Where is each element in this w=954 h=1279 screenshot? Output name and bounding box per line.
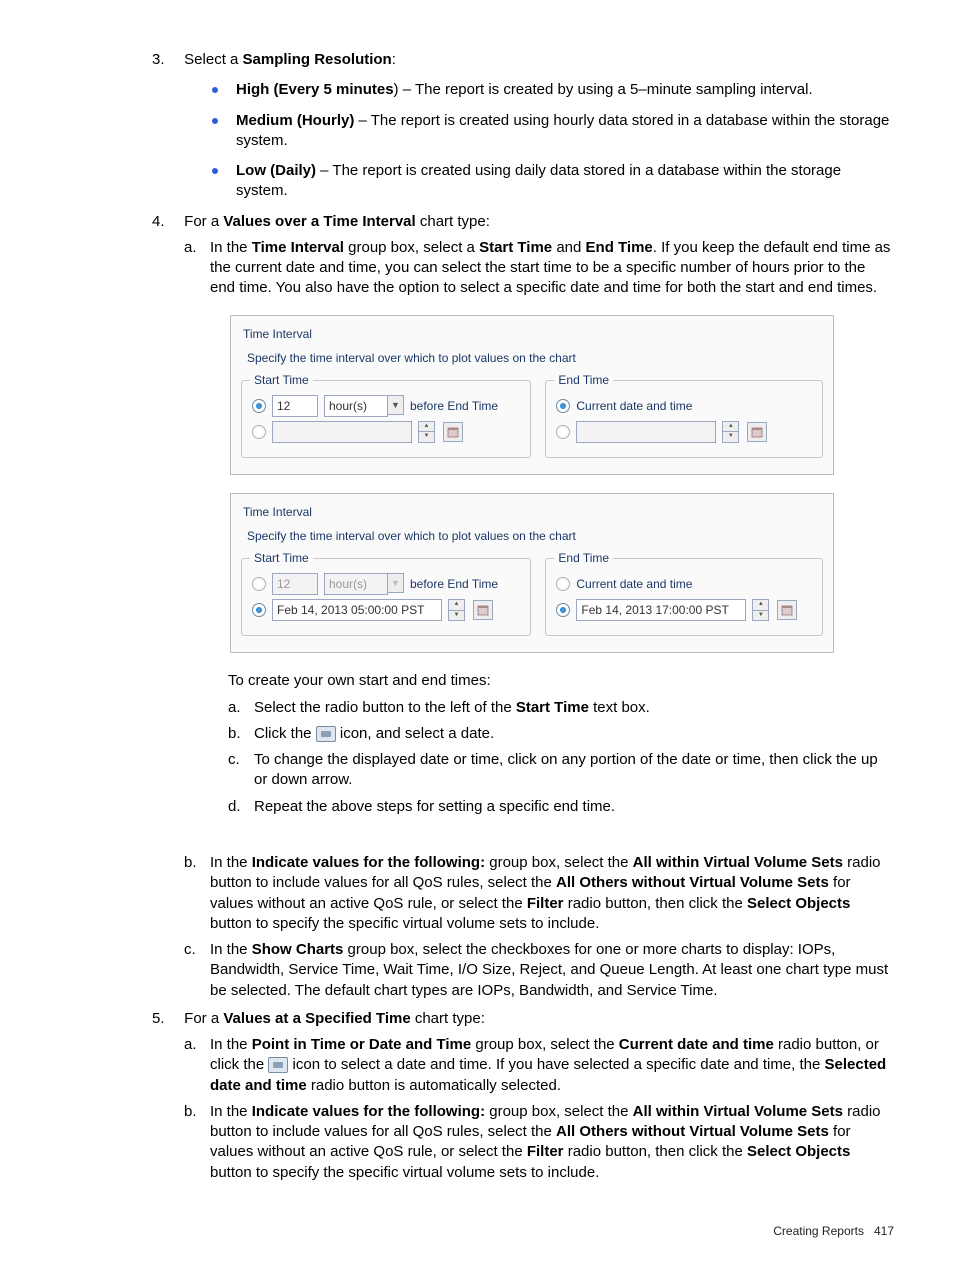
step-4b-text: In the Indicate values for the following… (210, 853, 894, 934)
before-end-label-2: before End Time (410, 576, 498, 592)
step-5-number: 5. (152, 1009, 180, 1029)
step-4a: a. In the Time Interval group box, selec… (184, 238, 894, 299)
radio-current-end[interactable] (556, 399, 570, 413)
calendar-icon[interactable] (747, 422, 767, 442)
before-end-label: before End Time (410, 398, 498, 414)
calendar-icon (316, 726, 336, 742)
spinner-icon[interactable]: ▲▼ (418, 421, 435, 443)
end-date-input-disabled[interactable] (576, 421, 716, 443)
step-3-number: 3. (152, 50, 180, 70)
dialog1-desc: Specify the time interval over which to … (247, 350, 821, 366)
current-date-label: Current date and time (576, 398, 692, 414)
step-4b: b. In the Indicate values for the follow… (184, 853, 894, 934)
step-5a: a. In the Point in Time or Date and Time… (184, 1035, 894, 1096)
bullet-item: Medium (Hourly) – The report is created … (212, 111, 894, 152)
chevron-down-icon[interactable]: ▼ (388, 395, 404, 415)
radio-specific-start-2[interactable] (252, 603, 266, 617)
spinner-icon[interactable]: ▲▼ (722, 421, 739, 443)
dialog1-end-legend: End Time (554, 372, 613, 388)
dialog1-start-legend: Start Time (250, 372, 313, 388)
step-4c: c. In the Show Charts group box, select … (184, 940, 894, 1001)
spinner-icon[interactable]: ▲▼ (752, 599, 769, 621)
step-4-number: 4. (152, 212, 180, 232)
step-5: 5. For a Values at a Specified Time char… (152, 1009, 894, 1183)
page-footer: Creating Reports 417 (60, 1223, 894, 1239)
dialog1-title: Time Interval (243, 326, 821, 342)
dialog2-start-legend: Start Time (250, 550, 313, 566)
radio-current-end-2[interactable] (556, 577, 570, 591)
substep-item: b.Click the icon, and select a date. (228, 724, 894, 744)
chevron-down-icon[interactable]: ▼ (388, 573, 404, 593)
step-4a-text: In the Time Interval group box, select a… (210, 238, 894, 299)
step-4-text: For a Values over a Time Interval chart … (184, 213, 490, 230)
substeps-intro: To create your own start and end times: (228, 671, 894, 691)
bullet-icon (212, 87, 218, 93)
substep-item: a.Select the radio button to the left of… (228, 698, 894, 718)
step4a-substeps: To create your own start and end times: … (228, 671, 894, 817)
calendar-icon[interactable] (777, 600, 797, 620)
step-4-cont: b. In the Indicate values for the follow… (152, 827, 894, 1001)
step-5b-text: In the Indicate values for the following… (210, 1102, 894, 1183)
step-5-text: For a Values at a Specified Time chart t… (184, 1010, 485, 1027)
spinner-icon[interactable]: ▲▼ (448, 599, 465, 621)
radio-specific-start[interactable] (252, 425, 266, 439)
start-date-input-disabled[interactable] (272, 421, 412, 443)
current-date-label-2: Current date and time (576, 576, 692, 592)
calendar-icon[interactable] (473, 600, 493, 620)
time-interval-dialog-2: Time Interval Specify the time interval … (230, 493, 834, 653)
hours-input[interactable]: 12 (272, 395, 318, 417)
bullet-icon (212, 168, 218, 174)
radio-specific-end-2[interactable] (556, 603, 570, 617)
radio-hours-before-2[interactable] (252, 577, 266, 591)
substep-item: d.Repeat the above steps for setting a s… (228, 797, 894, 817)
step-5b: b. In the Indicate values for the follow… (184, 1102, 894, 1183)
dialog2-desc: Specify the time interval over which to … (247, 528, 821, 544)
step-3-text: Select a Sampling Resolution: (184, 51, 396, 68)
unit-select-2[interactable]: hour(s) (324, 573, 388, 595)
substep-item: c.To change the displayed date or time, … (228, 750, 894, 791)
unit-select[interactable]: hour(s) (324, 395, 388, 417)
radio-hours-before[interactable] (252, 399, 266, 413)
step-4c-text: In the Show Charts group box, select the… (210, 940, 894, 1001)
bullet-item: Low (Daily) – The report is created usin… (212, 161, 894, 202)
bullet-icon (212, 118, 218, 124)
radio-specific-end[interactable] (556, 425, 570, 439)
step-5a-text: In the Point in Time or Date and Time gr… (210, 1035, 894, 1096)
calendar-icon[interactable] (443, 422, 463, 442)
step-4: 4. For a Values over a Time Interval cha… (152, 212, 894, 299)
end-date-input[interactable]: Feb 14, 2013 17:00:00 PST (576, 599, 746, 621)
dialog2-title: Time Interval (243, 504, 821, 520)
time-interval-dialog-1: Time Interval Specify the time interval … (230, 315, 834, 475)
start-date-input[interactable]: Feb 14, 2013 05:00:00 PST (272, 599, 442, 621)
dialog2-end-legend: End Time (554, 550, 613, 566)
hours-input-2[interactable]: 12 (272, 573, 318, 595)
bullet-item: High (Every 5 minutes) – The report is c… (212, 80, 894, 100)
step-3: 3. Select a Sampling Resolution: High (E… (152, 50, 894, 202)
calendar-icon (268, 1057, 288, 1073)
